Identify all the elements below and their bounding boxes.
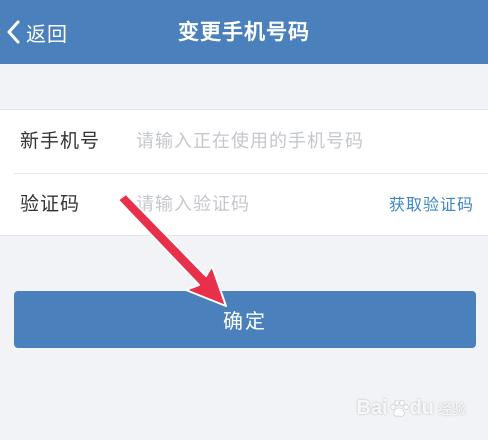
phone-label: 新手机号 [20, 130, 101, 152]
phone-change-form: 新手机号 验证码 获取验证码 [0, 109, 488, 236]
watermark-text: 经验 [438, 401, 466, 418]
back-button[interactable]: 返回 [6, 14, 68, 50]
code-label: 验证码 [20, 193, 81, 215]
code-row: 验证码 获取验证码 [0, 173, 488, 236]
verification-code-input[interactable] [136, 187, 366, 221]
back-label: 返回 [26, 21, 68, 46]
watermark-brand-right: du [409, 397, 434, 419]
get-verification-code-button[interactable]: 获取验证码 [389, 173, 474, 236]
baidu-watermark: Bai du 经验 [356, 397, 466, 420]
confirm-button[interactable]: 确定 [14, 291, 476, 348]
chevron-left-icon [7, 20, 20, 44]
phone-row: 新手机号 [0, 110, 488, 173]
watermark-brand-left: Bai [356, 397, 388, 419]
phone-input[interactable] [136, 124, 476, 158]
baidu-paw-icon [390, 399, 409, 417]
navigation-bar: 返回 变更手机号码 [0, 0, 488, 64]
page-title: 变更手机号码 [178, 20, 310, 44]
